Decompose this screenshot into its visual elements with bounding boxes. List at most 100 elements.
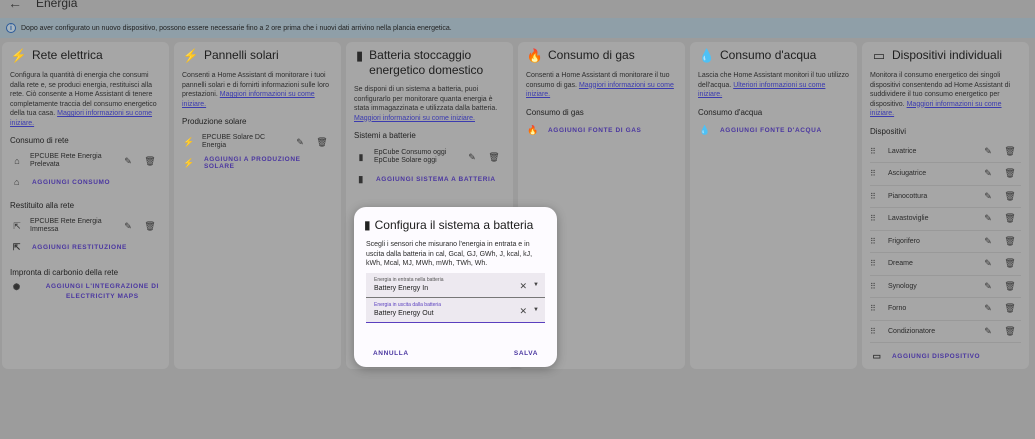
- home-import-icon: ⌂: [14, 156, 20, 166]
- device-row[interactable]: ⠿ Lavatrice ✎ 🗑: [870, 141, 1021, 163]
- energy-out-label: Energia in uscita dalla batteria: [374, 301, 441, 308]
- devices-description: Monitora il consumo energetico dei singo…: [870, 72, 1011, 117]
- battery-systems-title: Sistemi a batterie: [354, 131, 416, 140]
- info-icon: i: [6, 23, 16, 33]
- delete-icon[interactable]: 🗑: [139, 156, 161, 167]
- clear-icon[interactable]: ✕: [519, 281, 527, 292]
- delete-icon[interactable]: 🗑: [139, 221, 161, 232]
- edit-icon[interactable]: ✎: [461, 152, 483, 163]
- device-row[interactable]: ⠿ Frigorifero ✎ 🗑: [870, 231, 1021, 253]
- devices-sub-title: Dispositivi: [870, 126, 907, 136]
- top-app-bar: ← Energia: [0, 0, 1035, 16]
- edit-icon[interactable]: ✎: [977, 258, 999, 269]
- edit-icon[interactable]: ✎: [117, 221, 139, 232]
- edit-icon[interactable]: ✎: [977, 168, 999, 179]
- add-battery-button[interactable]: ▮ AGGIUNGI SISTEMA A BATTERIA: [354, 170, 505, 188]
- water-sub-title: Consumo d'acqua: [698, 107, 763, 117]
- drag-handle-icon[interactable]: ⠿: [870, 304, 882, 313]
- delete-icon[interactable]: 🗑: [999, 213, 1021, 224]
- add-device-button[interactable]: ▭ AGGIUNGI DISPOSITIVO: [870, 347, 1021, 365]
- delete-icon[interactable]: 🗑: [999, 281, 1021, 292]
- battery-more-link[interactable]: Maggiori informazioni su come iniziare.: [354, 115, 475, 122]
- device-row[interactable]: ⠿ Condizionatore ✎ 🗑: [870, 321, 1021, 343]
- grid-card-title: Rete elettrica: [32, 48, 103, 62]
- edit-icon[interactable]: ✎: [977, 303, 999, 314]
- add-electricity-maps-button[interactable]: ✺ AGGIUNGI L'INTEGRAZIONE DI ELECTRICITY…: [10, 282, 161, 304]
- add-solar-button[interactable]: ⚡ AGGIUNGI A PRODUZIONE SOLARE: [182, 154, 333, 172]
- drag-handle-icon[interactable]: ⠿: [870, 327, 882, 336]
- home-export-icon: ⇱: [12, 241, 22, 252]
- add-consumption-button[interactable]: ⌂ AGGIUNGI CONSUMO: [10, 173, 161, 191]
- edit-icon[interactable]: ✎: [977, 281, 999, 292]
- battery-card-title: Batteria stoccaggio energetico domestico: [369, 48, 484, 77]
- grid-return-label: EPCUBE Rete Energia Immessa: [30, 217, 102, 234]
- delete-icon[interactable]: 🗑: [311, 137, 333, 148]
- home-import-icon: ⌂: [13, 177, 21, 187]
- drag-handle-icon[interactable]: ⠿: [870, 237, 882, 246]
- edit-icon[interactable]: ✎: [117, 156, 139, 167]
- grid-consumption-label: EPCUBE Rete Energia Prelevata: [30, 152, 102, 169]
- edit-icon[interactable]: ✎: [977, 191, 999, 202]
- energy-out-value: Battery Energy Out: [374, 309, 434, 317]
- battery-item-in: EpCube Consumo oggi: [374, 148, 447, 156]
- edit-icon[interactable]: ✎: [289, 137, 311, 148]
- edit-icon[interactable]: ✎: [977, 213, 999, 224]
- delete-icon[interactable]: 🗑: [999, 168, 1021, 179]
- devices-icon: ▭: [872, 48, 886, 63]
- drag-handle-icon[interactable]: ⠿: [870, 169, 882, 178]
- device-row[interactable]: ⠿ Forno ✎ 🗑: [870, 298, 1021, 321]
- clear-icon[interactable]: ✕: [519, 306, 527, 317]
- drag-handle-icon[interactable]: ⠿: [870, 214, 882, 223]
- transmission-tower-icon: ⚡: [10, 48, 28, 63]
- delete-icon[interactable]: 🗑: [483, 152, 505, 163]
- drag-handle-icon[interactable]: ⠿: [870, 282, 882, 291]
- chevron-down-icon[interactable]: ▼: [533, 282, 539, 288]
- energy-in-field[interactable]: Energia in entrata nella batteria Batter…: [366, 272, 545, 298]
- chevron-down-icon[interactable]: ▼: [533, 307, 539, 313]
- sparkle-icon: ✺: [12, 282, 21, 292]
- gas-sub-title: Consumo di gas: [526, 107, 584, 117]
- device-row[interactable]: ⠿ Asciugatrice ✎ 🗑: [870, 163, 1021, 186]
- add-gas-button[interactable]: 🔥 AGGIUNGI FONTE DI GAS: [526, 122, 677, 140]
- solar-power-icon: ⚡: [182, 48, 200, 63]
- devices-card-title: Dispositivi individuali: [892, 48, 1003, 62]
- dialog-description: Scegli i sensori che misurano l'energia …: [366, 241, 533, 267]
- solar-card-title: Pannelli solari: [204, 48, 279, 62]
- arrow-left-icon[interactable]: ←: [8, 0, 22, 11]
- grid-description: Configura la quantità di energia che con…: [10, 72, 157, 127]
- delete-icon[interactable]: 🗑: [999, 303, 1021, 314]
- delete-icon[interactable]: 🗑: [999, 191, 1021, 202]
- grid-return-title: Restituito alla rete: [10, 201, 75, 210]
- cancel-button[interactable]: ANNULLA: [364, 350, 418, 357]
- delete-icon[interactable]: 🗑: [999, 146, 1021, 157]
- energy-in-value: Battery Energy In: [374, 284, 429, 292]
- device-row[interactable]: ⠿ Pianocottura ✎ 🗑: [870, 186, 1021, 208]
- drag-handle-icon[interactable]: ⠿: [870, 192, 882, 201]
- drag-handle-icon[interactable]: ⠿: [870, 147, 882, 156]
- edit-icon[interactable]: ✎: [977, 326, 999, 337]
- device-row[interactable]: ⠿ Dreame ✎ 🗑: [870, 253, 1021, 276]
- gas-description: Consenti a Home Assistant di monitorare …: [526, 72, 674, 98]
- battery-row: ▮ EpCube Consumo oggi EpCube Solare oggi…: [354, 145, 505, 169]
- add-return-button[interactable]: ⇱ AGGIUNGI RESTITUZIONE: [10, 238, 161, 256]
- delete-icon[interactable]: 🗑: [999, 236, 1021, 247]
- energy-out-field[interactable]: Energia in uscita dalla batteria Battery…: [366, 297, 545, 323]
- edit-icon[interactable]: ✎: [977, 236, 999, 247]
- edit-icon[interactable]: ✎: [977, 146, 999, 157]
- dialog-title: Configura il sistema a batteria: [374, 218, 534, 232]
- add-water-button[interactable]: 💧 AGGIUNGI FONTE D'ACQUA: [698, 122, 849, 140]
- device-row[interactable]: ⠿ Synology ✎ 🗑: [870, 276, 1021, 298]
- save-button[interactable]: SALVA: [505, 350, 547, 357]
- delete-icon[interactable]: 🗑: [999, 326, 1021, 337]
- delete-icon[interactable]: 🗑: [999, 258, 1021, 269]
- grid-carbon-title: Impronta di carbonio della rete: [10, 268, 119, 277]
- solar-description: Consenti a Home Assistant di monitorare …: [182, 72, 330, 108]
- device-row[interactable]: ⠿ Lavastoviglie ✎ 🗑: [870, 208, 1021, 231]
- info-banner-text: Dopo aver configurato un nuovo dispositi…: [21, 24, 452, 32]
- solar-item-label: EPCUBE Solare DC Energia: [202, 133, 266, 150]
- grid-consumption-row: ⌂ EPCUBE Rete Energia Prelevata ✎ 🗑: [10, 150, 161, 172]
- water-card-title: Consumo d'acqua: [720, 48, 817, 62]
- drag-handle-icon[interactable]: ⠿: [870, 259, 882, 268]
- grid-return-row: ⇱ EPCUBE Rete Energia Immessa ✎ 🗑: [10, 215, 161, 237]
- battery-config-dialog: ▮ Configura il sistema a batteria Scegli…: [354, 207, 557, 367]
